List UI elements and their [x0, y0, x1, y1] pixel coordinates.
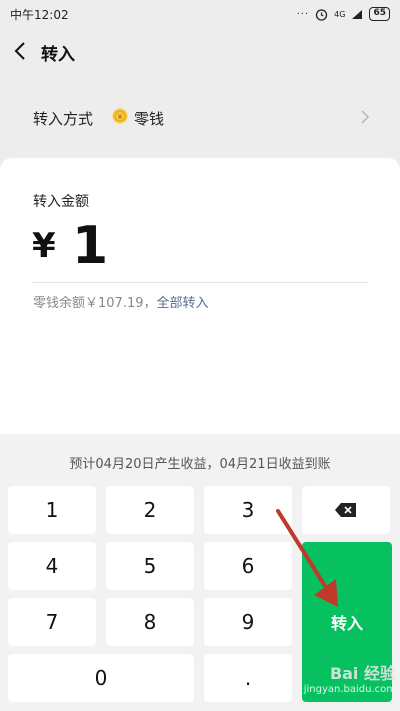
divider [32, 282, 368, 283]
amount-label: 转入金额 [33, 194, 89, 210]
signal-icon [352, 9, 363, 19]
key-7[interactable]: 7 [8, 598, 96, 646]
back-icon[interactable] [12, 40, 30, 62]
amount-card: 转入金额 ¥ 1 零钱余额￥107.19，全部转入 [0, 158, 400, 458]
earnings-hint: 预计04月20日产生收益，04月21日收益到账 [69, 457, 331, 472]
app-header: 转入 [0, 30, 400, 74]
key-1[interactable]: 1 [8, 486, 96, 534]
chevron-right-icon [361, 110, 370, 124]
key-6[interactable]: 6 [204, 542, 292, 590]
key-dot[interactable]: . [204, 654, 292, 702]
key-5[interactable]: 5 [106, 542, 194, 590]
key-9[interactable]: 9 [204, 598, 292, 646]
battery-indicator: 65 [369, 7, 390, 21]
key-0[interactable]: 0 [8, 654, 194, 702]
transfer-all-link[interactable]: 全部转入 [157, 296, 209, 311]
status-bar: 中午12:02 ··· 4G 65 [0, 0, 400, 28]
key-4[interactable]: 4 [8, 542, 96, 590]
watermark: Bai 经验 jingyan.baidu.com [286, 660, 396, 706]
backspace-icon [335, 503, 356, 517]
key-3[interactable]: 3 [204, 486, 292, 534]
currency-symbol: ¥ [32, 226, 56, 266]
amount-input[interactable]: 1 [72, 216, 108, 276]
alarm-icon [316, 8, 328, 21]
watermark-brand: Bai 经验 [329, 664, 396, 683]
page-title: 转入 [41, 45, 75, 65]
watermark-url: jingyan.baidu.com [303, 684, 396, 695]
status-time: 中午12:02 [10, 7, 69, 22]
key-8[interactable]: 8 [106, 598, 194, 646]
network-indicator: 4G [334, 9, 346, 19]
balance-text: 零钱余额￥107.19， [33, 296, 157, 311]
method-label: 转入方式 [33, 110, 94, 128]
balance-line: 零钱余额￥107.19，全部转入 [33, 292, 209, 311]
delete-key[interactable] [302, 486, 390, 534]
coin-icon: ¥ [112, 108, 128, 124]
dots-icon: ··· [296, 8, 310, 20]
svg-text:¥: ¥ [118, 113, 123, 121]
status-icons: ··· 4G 65 [297, 7, 390, 21]
transfer-method-row[interactable]: 转入方式 ¥ 零钱 [0, 92, 400, 142]
key-2[interactable]: 2 [106, 486, 194, 534]
method-value: 零钱 [134, 110, 165, 128]
